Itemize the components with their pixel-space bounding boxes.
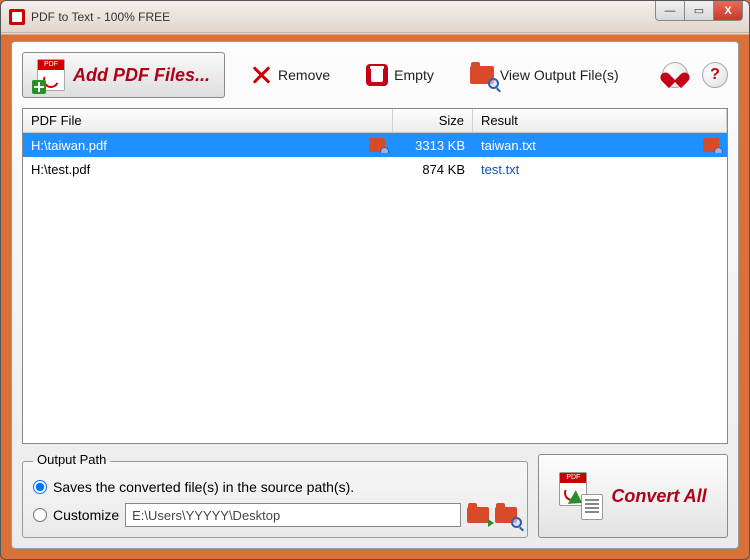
app-window: PDF to Text - 100% FREE — ▭ X Add PDF Fi… xyxy=(0,0,750,560)
heart-icon xyxy=(666,66,684,84)
pdf-plus-icon xyxy=(37,59,65,91)
favorite-button[interactable] xyxy=(662,62,688,88)
content-area: Add PDF Files... Remove Empty View Outpu… xyxy=(11,41,739,549)
output-source-radio[interactable] xyxy=(33,480,47,494)
add-pdf-button[interactable]: Add PDF Files... xyxy=(22,52,225,98)
open-result-folder-icon[interactable] xyxy=(703,138,719,152)
output-customize-option[interactable]: Customize xyxy=(33,503,517,527)
remove-label: Remove xyxy=(278,67,330,83)
folder-search-icon xyxy=(470,66,494,84)
remove-button[interactable]: Remove xyxy=(239,59,341,91)
file-size: 3313 KB xyxy=(393,138,473,153)
output-customize-label: Customize xyxy=(53,507,119,523)
add-pdf-label: Add PDF Files... xyxy=(73,65,210,86)
convert-all-button[interactable]: Convert All xyxy=(538,454,728,538)
result-link[interactable]: test.txt xyxy=(481,162,519,177)
maximize-button[interactable]: ▭ xyxy=(684,1,714,21)
file-path: H:\test.pdf xyxy=(31,162,90,177)
trash-icon xyxy=(366,64,388,86)
column-header-size[interactable]: Size xyxy=(393,109,473,132)
browse-folder-icon[interactable] xyxy=(467,507,489,523)
view-output-button[interactable]: View Output File(s) xyxy=(459,61,630,89)
close-button[interactable]: X xyxy=(713,1,743,21)
output-source-label: Saves the converted file(s) in the sourc… xyxy=(53,479,354,495)
list-header: PDF File Size Result xyxy=(23,109,727,133)
file-size: 874 KB xyxy=(393,162,473,177)
convert-icon xyxy=(559,472,603,520)
app-icon xyxy=(9,9,25,25)
window-title: PDF to Text - 100% FREE xyxy=(31,10,170,24)
file-path: H:\taiwan.pdf xyxy=(31,138,107,153)
file-list: PDF File Size Result H:\taiwan.pdf 3313 … xyxy=(22,108,728,444)
empty-button[interactable]: Empty xyxy=(355,59,445,91)
toolbar: Add PDF Files... Remove Empty View Outpu… xyxy=(22,52,728,98)
table-row[interactable]: H:\taiwan.pdf 3313 KB taiwan.txt xyxy=(23,133,727,157)
view-output-label: View Output File(s) xyxy=(500,67,619,83)
column-header-result[interactable]: Result xyxy=(473,109,727,132)
output-customize-radio[interactable] xyxy=(33,508,47,522)
help-icon: ? xyxy=(710,66,720,84)
output-source-option[interactable]: Saves the converted file(s) in the sourc… xyxy=(33,479,517,495)
convert-all-label: Convert All xyxy=(611,486,706,507)
titlebar[interactable]: PDF to Text - 100% FREE — ▭ X xyxy=(1,1,749,33)
empty-label: Empty xyxy=(394,67,434,83)
output-path-legend: Output Path xyxy=(33,452,110,467)
open-folder-icon[interactable] xyxy=(495,507,517,523)
column-header-file[interactable]: PDF File xyxy=(23,109,393,132)
window-controls: — ▭ X xyxy=(656,1,743,21)
output-path-panel: Output Path Saves the converted file(s) … xyxy=(22,454,528,538)
table-row[interactable]: H:\test.pdf 874 KB test.txt xyxy=(23,157,727,181)
help-button[interactable]: ? xyxy=(702,62,728,88)
result-link[interactable]: taiwan.txt xyxy=(481,138,536,153)
minimize-button[interactable]: — xyxy=(655,1,685,21)
open-source-folder-icon[interactable] xyxy=(369,138,385,152)
bottom-panel: Output Path Saves the converted file(s) … xyxy=(22,454,728,538)
remove-x-icon xyxy=(250,64,272,86)
output-path-input[interactable] xyxy=(125,503,461,527)
